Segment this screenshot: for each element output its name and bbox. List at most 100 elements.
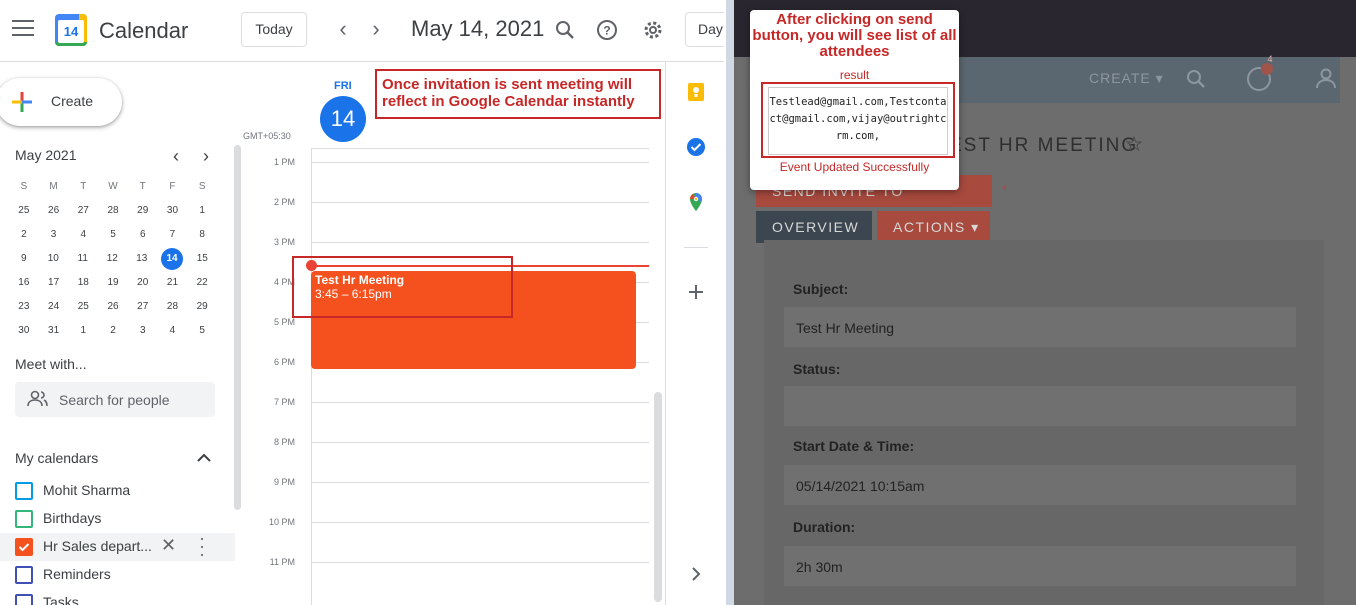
today-button[interactable]: Today [241, 12, 307, 47]
search-icon[interactable] [553, 18, 577, 42]
help-icon[interactable]: ? [595, 18, 619, 42]
chevron-right-icon[interactable] [686, 564, 706, 584]
mini-calendar-day[interactable]: 5 [191, 320, 213, 342]
calendar-checkbox[interactable] [15, 538, 33, 556]
mini-prev-month-button[interactable]: ‹ [168, 146, 184, 167]
tasks-icon[interactable] [686, 137, 706, 157]
mini-calendar-day[interactable]: 26 [43, 200, 65, 222]
search-people-input[interactable]: Search for people [15, 382, 215, 417]
calendar-checkbox[interactable] [15, 566, 33, 584]
annotation-text-left: Once invitation is sent meeting will ref… [382, 76, 635, 110]
mini-calendar-weekdays: SMTWTFS [9, 175, 217, 199]
weekday-label: S [198, 181, 206, 192]
mini-calendar-day[interactable]: 18 [72, 272, 94, 294]
mini-calendar-day[interactable]: 30 [13, 320, 35, 342]
result-label: result [839, 68, 870, 82]
mini-calendar-day[interactable]: 5 [102, 224, 124, 246]
more-options-icon[interactable]: · · · [198, 529, 206, 563]
mini-calendar-day[interactable]: 15 [191, 248, 213, 270]
view-select-button[interactable]: Day [685, 12, 724, 47]
mini-calendar-day[interactable]: 28 [161, 296, 183, 318]
crm-create-button[interactable]: CREATE ▾ [1089, 70, 1164, 87]
mini-calendar-day[interactable]: 1 [191, 200, 213, 222]
main-menu-icon[interactable] [12, 20, 34, 36]
mini-calendar-day[interactable]: 20 [132, 272, 154, 294]
create-button[interactable]: Create [0, 78, 122, 126]
mini-calendar-day[interactable]: 1 [72, 320, 94, 342]
mini-calendar-day[interactable]: 4 [161, 320, 183, 342]
mini-calendar-day[interactable]: 12 [101, 248, 123, 270]
mini-calendar-day[interactable]: 11 [72, 248, 94, 270]
day-number[interactable]: 14 [320, 96, 366, 142]
crm-notification-icon[interactable] [1246, 63, 1276, 93]
mini-calendar-day[interactable]: 3 [132, 320, 154, 342]
mini-calendar-day[interactable]: 2 [102, 320, 124, 342]
plus-icon [12, 92, 32, 112]
mini-calendar: S M T W T F S 25 26 27 28 29 30 1 2 3 4 5 6 7 8 9 10 11 12 13 14 15… [9, 175, 217, 343]
calendar-item[interactable]: Mohit Sharma [0, 477, 235, 505]
mini-calendar-day[interactable]: 30 [161, 200, 183, 222]
mini-calendar-day[interactable]: 23 [13, 296, 35, 318]
calendar-item-label: Birthdays [43, 510, 102, 526]
calendar-checkbox[interactable] [15, 482, 33, 500]
start-date-value: 05/14/2021 10:15am [784, 465, 1296, 505]
mini-calendar-day[interactable]: 19 [102, 272, 124, 294]
crm-search-icon[interactable] [1184, 67, 1208, 91]
weekday-label: F [169, 181, 176, 192]
mini-calendar-day[interactable]: 29 [132, 200, 154, 222]
mini-calendar-day[interactable]: 4 [72, 224, 94, 246]
mini-calendar-day[interactable]: 6 [132, 224, 154, 246]
mini-calendar-day[interactable]: 8 [191, 224, 213, 246]
favorite-star-icon[interactable] [1126, 136, 1142, 152]
mini-calendar-day[interactable]: 2 [13, 224, 35, 246]
rail-divider [684, 247, 708, 248]
prev-day-button[interactable]: ‹ [333, 18, 353, 40]
svg-text:?: ? [603, 24, 610, 38]
gear-icon[interactable] [641, 18, 665, 42]
crm-detail-panel: Subject: Test Hr Meeting Status: Start D… [764, 240, 1324, 605]
keep-icon[interactable] [686, 82, 706, 102]
mini-calendar-day[interactable]: 28 [102, 200, 124, 222]
mini-calendar-day[interactable]: 16 [13, 272, 35, 294]
mini-calendar-day[interactable]: 27 [132, 296, 154, 318]
mini-calendar-day[interactable]: 17 [43, 272, 65, 294]
mini-calendar-day[interactable]: 31 [43, 320, 65, 342]
mini-calendar-day[interactable]: 9 [13, 248, 35, 270]
day-name: FRI [334, 80, 352, 92]
close-icon[interactable]: ✕ [161, 535, 176, 556]
mini-calendar-day[interactable]: 14 [161, 248, 183, 270]
calendar-item[interactable]: Reminders [0, 561, 235, 589]
crm-user-icon[interactable] [1314, 66, 1338, 90]
mini-calendar-day[interactable]: 22 [191, 272, 213, 294]
search-people-placeholder: Search for people [59, 392, 170, 408]
hour-label: 1 PM [273, 157, 295, 167]
subject-value: Test Hr Meeting [784, 307, 1296, 347]
calendar-item-label: Tasks [43, 594, 79, 605]
mini-calendar-day[interactable]: 3 [43, 224, 65, 246]
grid-scrollbar[interactable] [654, 392, 662, 602]
calendar-item[interactable]: Hr Sales depart... ✕ · · · [0, 529, 235, 563]
calendar-item[interactable]: Tasks [0, 589, 235, 605]
mini-calendar-day[interactable]: 7 [161, 224, 183, 246]
mini-calendar-day[interactable]: 10 [42, 248, 64, 270]
mini-calendar-day[interactable]: 27 [72, 200, 94, 222]
mini-calendar-day[interactable]: 24 [43, 296, 65, 318]
maps-icon[interactable] [686, 192, 706, 212]
mini-calendar-day[interactable]: 25 [72, 296, 94, 318]
chevron-up-icon[interactable] [196, 451, 212, 465]
mini-calendar-day[interactable]: 29 [191, 296, 213, 318]
weekday-label: T [139, 181, 146, 192]
add-addon-icon[interactable] [686, 282, 706, 302]
mini-calendar-week: 30 31 1 2 3 4 5 [9, 319, 217, 343]
mini-calendar-day[interactable]: 26 [102, 296, 124, 318]
calendar-checkbox[interactable] [15, 510, 33, 528]
mini-next-month-button[interactable]: › [198, 146, 214, 167]
actions-button[interactable]: ACTIONS ▾ [877, 211, 990, 243]
annotation-text-right: After clicking on send button, you will … [752, 11, 957, 60]
calendar-checkbox[interactable] [15, 594, 33, 605]
overview-tab[interactable]: OVERVIEW [756, 211, 872, 243]
mini-calendar-day[interactable]: 13 [131, 248, 153, 270]
next-day-button[interactable]: › [366, 18, 386, 40]
mini-calendar-day[interactable]: 21 [161, 272, 183, 294]
mini-calendar-day[interactable]: 25 [13, 200, 35, 222]
